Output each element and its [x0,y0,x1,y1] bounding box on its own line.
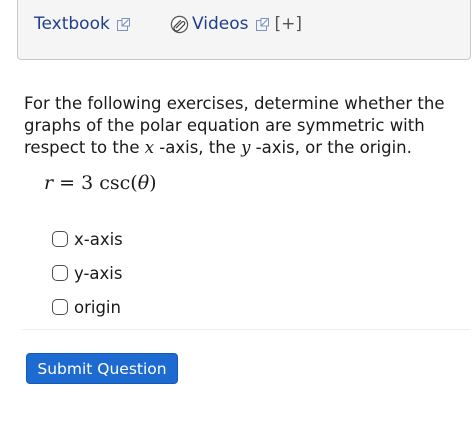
x-variable: x [144,138,155,157]
option-label: y-axis [74,263,123,283]
equation-coef: 3 [81,172,94,194]
submit-question-button[interactable]: Submit Question [26,353,178,384]
option-label: origin [74,297,121,317]
question-part3: -axis, or the origin. [250,138,412,157]
answer-options: x-axis y-axis origin [52,222,123,324]
polar-equation: r = 3 csc(θ) [44,172,157,194]
equation-lhs: r [44,172,54,194]
option-origin[interactable]: origin [52,290,123,324]
checkbox[interactable] [52,231,68,247]
checkbox[interactable] [52,299,68,315]
equation-func: csc( [93,172,138,194]
textbook-link[interactable]: Textbook [34,14,130,34]
help-resources-panel: Textbook Videos [+] [17,0,471,60]
question-part2: -axis, the [154,138,242,157]
paperclip-icon [170,15,189,33]
equation-theta: θ [137,172,150,194]
videos-label: Videos [192,14,249,34]
external-link-icon [255,17,269,31]
option-y-axis[interactable]: y-axis [52,256,123,290]
option-x-axis[interactable]: x-axis [52,222,123,256]
expand-videos-link[interactable]: [+] [275,14,303,34]
divider [22,329,470,330]
equation-equals: = [53,172,82,194]
option-label: x-axis [74,229,123,249]
videos-link[interactable]: Videos [+] [170,14,302,34]
page: Textbook Videos [+] For the following ex… [0,0,474,434]
checkbox[interactable] [52,265,68,281]
question-text: For the following exercises, determine w… [24,93,466,159]
external-link-icon [116,17,130,31]
textbook-label: Textbook [34,14,110,34]
equation-close: ) [149,172,157,194]
